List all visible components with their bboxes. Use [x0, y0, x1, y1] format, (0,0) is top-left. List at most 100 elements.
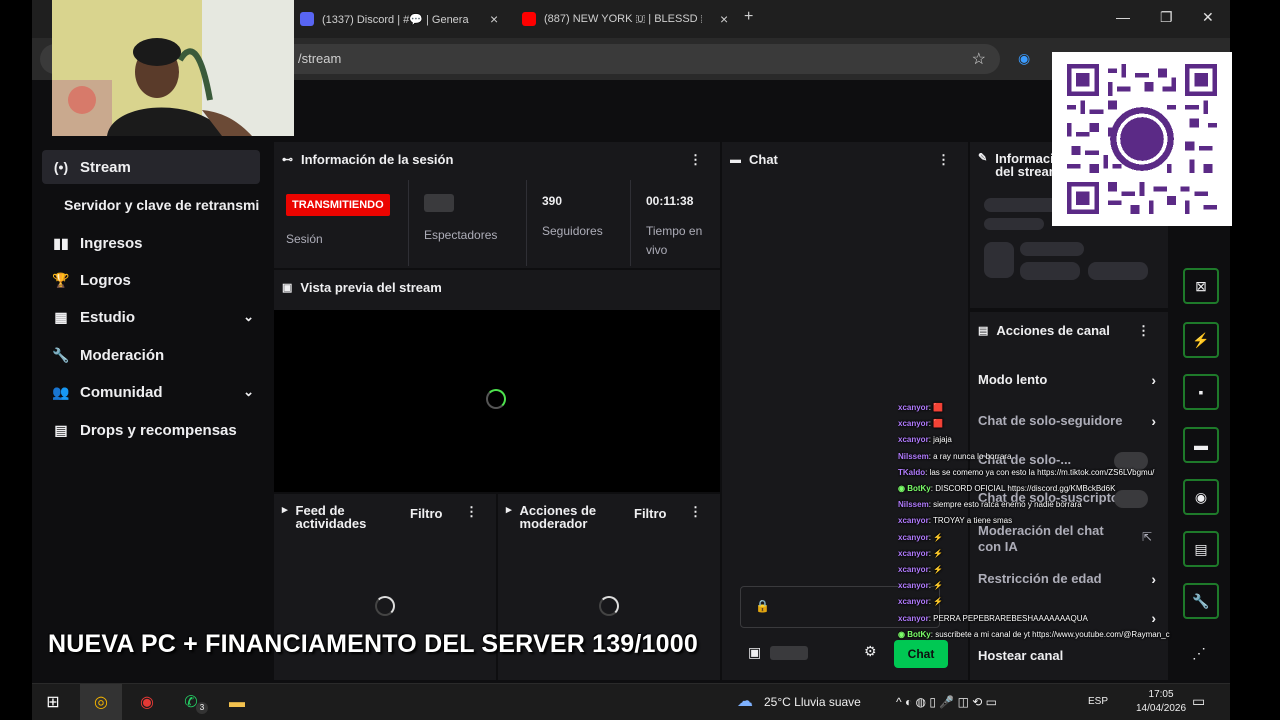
overlay-chat-line: xcanyor: TROYAY a tiene smas — [898, 513, 1230, 529]
loading-spinner-icon — [599, 596, 619, 616]
close-window-button[interactable]: ✕ — [1202, 9, 1214, 26]
overlay-chat-feed: xcanyor: 🟥 xcanyor: 🟥 xcanyor: jajaja Nilss… — [898, 400, 1230, 645]
sidebar-item-label: Comunidad — [80, 383, 163, 401]
bookmark-star-icon[interactable]: ☆ — [972, 49, 986, 69]
chat-username: xcanyor — [898, 565, 929, 575]
sidebar-item-stream[interactable]: (•) Stream — [42, 150, 260, 184]
chat-username: xcanyor — [898, 403, 929, 412]
chevron-down-icon[interactable]: ⌄ — [243, 384, 254, 400]
chrome-icon[interactable]: ◎ — [88, 690, 114, 716]
studio-icon: ▦ — [54, 308, 68, 325]
target-icon: ⊠ — [1195, 278, 1207, 294]
action-host-channel[interactable]: Hostear canal — [978, 648, 1156, 664]
panel-header: ▬ Chat — [730, 152, 778, 167]
live-time-value: 00:11:38 — [646, 194, 694, 208]
stream-preview-panel: ▣ Vista previa del stream — [274, 270, 720, 492]
sidebar-item-ingresos[interactable]: ▮▮ Ingresos — [42, 226, 260, 260]
clock[interactable]: 17:05 14/04/2026 — [1136, 688, 1186, 716]
skeleton — [1020, 262, 1080, 280]
obs-icon[interactable]: ◉ — [134, 690, 160, 716]
chat-placeholder — [770, 646, 808, 660]
chat-message-text: : ⚡ — [928, 532, 944, 542]
feed-icon: ▸ — [282, 504, 288, 516]
chevron-down-icon[interactable]: ⌄ — [243, 309, 254, 325]
sidebar-item-logros[interactable]: 🏆 Logros — [42, 263, 260, 297]
close-tab-icon[interactable]: × — [720, 11, 728, 27]
share-icon[interactable]: ⋰ — [1192, 645, 1206, 662]
chat-message-text: : siempre esto ratca enemo y nadie borra… — [928, 500, 1082, 510]
divider — [630, 180, 631, 266]
overlay-chat-line: xcanyor: ⚡ — [898, 530, 1230, 546]
maximize-button[interactable]: ❐ — [1160, 9, 1173, 26]
mod-icon: ▸ — [506, 504, 512, 516]
stat-label: Espectadores — [424, 228, 498, 242]
letterbox-left — [0, 0, 32, 683]
filter-button[interactable]: Filtro — [634, 506, 667, 521]
chat-title: Chat — [749, 152, 778, 167]
weather-icon[interactable]: ☁ — [732, 689, 758, 715]
more-options-icon[interactable]: ⋮ — [689, 152, 702, 168]
session-icon: ⊷ — [282, 154, 293, 166]
divider — [526, 180, 527, 266]
letterbox-right — [1230, 0, 1280, 683]
minimize-button[interactable]: — — [1116, 9, 1130, 25]
chat-username: Nilssem — [898, 451, 929, 461]
chat-username: xcanyor — [898, 597, 929, 607]
sidebar-item-estudio[interactable]: ▦ Estudio ⌄ — [42, 300, 260, 334]
notification-icon[interactable]: ▭ — [1192, 693, 1205, 710]
overlay-chat-line: TKaldo: las se comemo ya con esto la htt… — [898, 465, 1230, 481]
action-slow-mode[interactable]: Modo lento › — [978, 372, 1156, 388]
quick-action-clip-button[interactable]: ⊠ — [1183, 268, 1219, 304]
chat-identity-icon[interactable]: ▣ — [748, 644, 761, 661]
system-tray-icons[interactable]: ^ ◐ ◍ ▯ 🎤 ◫ ⟲ ▭ — [896, 695, 997, 709]
more-options-icon[interactable]: ⋮ — [937, 152, 950, 168]
new-tab-button[interactable]: + — [744, 8, 753, 26]
settings-gear-icon[interactable]: ⚙ — [864, 643, 877, 660]
start-menu-icon[interactable]: ⊞ — [40, 690, 66, 716]
chat-username: xcanyor — [898, 435, 929, 445]
sidebar-item-server-key[interactable]: Servidor y clave de retransmi — [64, 197, 272, 213]
chat-message-text: : suscribete a mi canal de yt https://ww… — [930, 629, 1170, 639]
file-explorer-icon[interactable]: ▬ — [224, 690, 250, 716]
chat-username: xcanyor — [898, 613, 929, 623]
url-text: /stream — [298, 51, 342, 66]
chat-message-text: : 🟥 — [928, 419, 944, 429]
tab-discord[interactable]: (1337) Discord | #💬 | Genera × — [300, 8, 498, 30]
read-aloud-icon[interactable]: ◉ — [1018, 50, 1030, 67]
quick-action-boost-button[interactable]: ⚡ — [1183, 322, 1219, 358]
overlay-chat-line: ◉ BotKy: DISCORD OFICIAL https://discord… — [898, 481, 1230, 497]
edit-icon: ✎ — [978, 152, 988, 164]
stream-preview-video[interactable] — [274, 310, 720, 492]
more-options-icon[interactable]: ⋮ — [689, 504, 702, 520]
overlay-chat-line: xcanyor: PERRA PEPEBRAREBESHAAAAAAAQUA — [898, 611, 1230, 627]
language-indicator[interactable]: ESP — [1088, 696, 1108, 707]
broadcast-icon: (•) — [53, 159, 69, 175]
filter-button[interactable]: Filtro — [410, 506, 443, 521]
clock-date: 14/04/2026 — [1136, 703, 1187, 714]
clock-time: 17:05 — [1148, 689, 1174, 700]
sidebar-item-drops[interactable]: ▤ Drops y recompensas — [42, 413, 260, 447]
taskbar: ⊞ ◎ ◉ ✆ 3 ▬ ☁ 25°C Lluvia suave ^ ◐ ◍ ▯ … — [32, 683, 1230, 720]
skeleton — [1088, 262, 1148, 280]
stat-session: TRANSMITIENDO Sesión — [286, 194, 390, 249]
panel-header: ▸ Feed de actividades — [282, 504, 412, 530]
yape-qr-code — [1052, 52, 1232, 226]
tab-youtube[interactable]: (887) NEW YORK 🇺 | BLESSD 🇨 × — [522, 8, 728, 30]
chat-message-text: : 🟥 — [928, 403, 944, 412]
more-options-icon[interactable]: ⋮ — [1137, 323, 1150, 339]
stat-label: Tiempo en vivo — [646, 224, 703, 257]
stat-followers: 390 Seguidores — [542, 194, 603, 241]
sidebar-item-label: Stream — [80, 158, 131, 176]
weather-text[interactable]: 25°C Lluvia suave — [764, 695, 861, 709]
more-options-icon[interactable]: ⋮ — [465, 504, 478, 520]
loading-spinner-icon — [375, 596, 395, 616]
discord-icon — [300, 12, 314, 26]
chat-username: xcanyor — [898, 581, 929, 591]
close-tab-icon[interactable]: × — [490, 11, 498, 27]
overlay-chat-line: xcanyor: ⚡ — [898, 546, 1230, 562]
sidebar-item-label: Estudio — [80, 308, 135, 326]
sidebar-item-moderacion[interactable]: 🔧 Moderación — [42, 338, 260, 372]
sidebar-item-comunidad[interactable]: 👥 Comunidad ⌄ — [42, 375, 260, 409]
chat-username: xcanyor — [898, 419, 929, 429]
sidebar-item-label: Moderación — [80, 346, 165, 364]
